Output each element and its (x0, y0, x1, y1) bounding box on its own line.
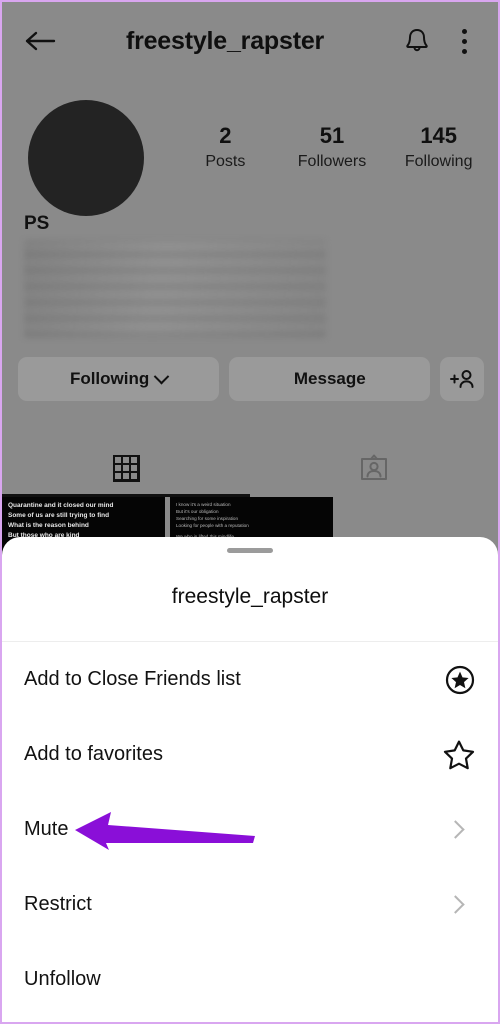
message-button[interactable]: Message (229, 357, 431, 401)
page-title: freestyle_rapster (125, 26, 325, 55)
kebab-menu-icon[interactable] (444, 20, 484, 62)
menu-item-label: Add to favorites (24, 743, 163, 765)
menu-item-label: Restrict (24, 893, 92, 915)
post-text-line: But it's our obligation (176, 509, 219, 514)
profile-action-buttons: Following Message (18, 357, 485, 401)
avatar[interactable] (28, 100, 144, 216)
stat-value: 51 (319, 123, 345, 148)
menu-item-mute[interactable]: Mute (2, 792, 498, 867)
tab-posts-grid[interactable] (2, 440, 250, 496)
chevron-right-icon (446, 820, 465, 839)
instagram-profile-screen: freestyle_rapster 2 Posts 51 Followers 1… (0, 0, 500, 1024)
chevron-down-icon (153, 368, 170, 384)
display-name: PS (24, 213, 50, 234)
menu-item-label: Unfollow (24, 968, 101, 990)
tagged-icon (361, 454, 387, 480)
profile-options-bottom-sheet: freestyle_rapster Add to Close Friends l… (2, 537, 498, 1022)
following-button[interactable]: Following (18, 357, 220, 401)
grid-icon (112, 454, 140, 482)
menu-item-unfollow[interactable]: Unfollow (2, 942, 498, 1017)
stat-label: Following (404, 153, 473, 170)
stat-following[interactable]: 145 Following (385, 122, 492, 174)
bio-text-blurred (24, 240, 326, 338)
kebab-dot (461, 28, 467, 34)
profile-tabs (2, 440, 498, 496)
kebab-dot (461, 48, 467, 54)
message-button-label: Message (293, 369, 366, 388)
menu-item-add-to-favorites[interactable]: Add to favorites (2, 717, 498, 792)
sheet-drag-handle[interactable] (227, 548, 273, 553)
profile-stats: 2 Posts 51 Followers 145 Following (172, 122, 492, 174)
stat-label: Followers (297, 153, 367, 170)
chevron-right-icon (446, 895, 465, 914)
tab-tagged[interactable] (250, 440, 498, 496)
post-text-line: Quarantine and it closed our mind (8, 502, 114, 509)
menu-item-restrict[interactable]: Restrict (2, 867, 498, 942)
profile-header: freestyle_rapster (2, 2, 498, 80)
post-text-line: Looking for people with a reputation (176, 523, 249, 528)
favorite-star-icon (443, 740, 475, 769)
post-text-line: What is the reason behind (8, 522, 89, 529)
stat-followers[interactable]: 51 Followers (279, 122, 386, 174)
following-button-label: Following (69, 369, 150, 388)
stat-value: 145 (420, 123, 458, 148)
stat-posts[interactable]: 2 Posts (172, 122, 279, 174)
add-person-icon[interactable] (440, 357, 485, 401)
kebab-dot (461, 38, 467, 44)
post-text-line: Some of us are still trying to find (8, 512, 110, 519)
bell-icon[interactable] (396, 20, 438, 62)
menu-item-label: Mute (24, 818, 69, 840)
post-text-line: Searching for some inspiration (176, 516, 239, 521)
menu-item-label: Add to Close Friends list (24, 668, 241, 690)
stat-value: 2 (219, 123, 232, 148)
stat-label: Posts (205, 153, 246, 170)
sheet-title: freestyle_rapster (171, 585, 329, 608)
menu-item-add-to-close-friends[interactable]: Add to Close Friends list (2, 642, 498, 717)
post-text-line: I know it's a weird situation (176, 502, 231, 507)
close-friends-star-icon (445, 665, 475, 694)
